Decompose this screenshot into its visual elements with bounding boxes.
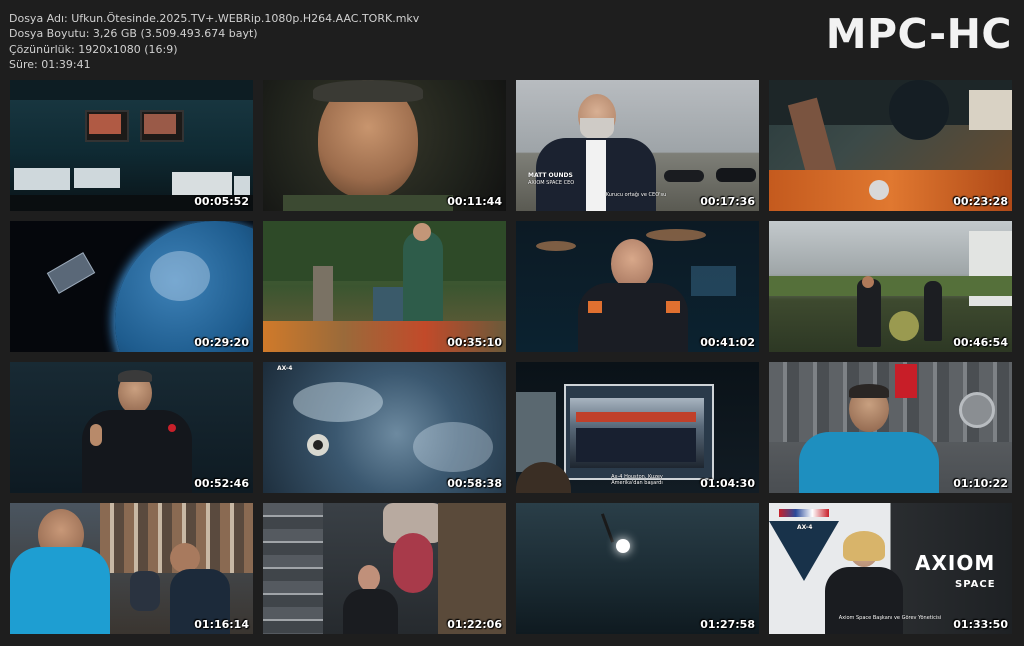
timestamp: 00:58:38 <box>447 477 502 490</box>
timestamp: 00:41:02 <box>700 336 755 349</box>
timestamp: 00:17:36 <box>700 195 755 208</box>
caption-name: MATT OUNDS <box>528 172 573 179</box>
patch-label: AX-4 <box>797 524 813 531</box>
thumbnail: 01:16:14 <box>10 503 253 634</box>
caption-role: AXIOM SPACE CEO <box>528 180 575 186</box>
thumbnail-image <box>516 503 759 634</box>
thumbnail: 00:35:10 <box>263 221 506 352</box>
file-duration: Süre: 01:39:41 <box>9 57 91 71</box>
thumbnail: 00:41:02 <box>516 221 759 352</box>
thumbnail-image <box>10 503 253 634</box>
thumbnail-image: MATT OUNDS AXIOM SPACE CEO Kurucu ortağı… <box>516 80 759 211</box>
file-info-panel: Dosya Adı: Ufkun.Ötesinde.2025.TV+.WEBRi… <box>9 11 419 72</box>
thumbnail-image <box>10 80 253 211</box>
timestamp: 01:27:58 <box>700 618 755 631</box>
file-size: Dosya Boyutu: 3,26 GB (3.509.493.674 bay… <box>9 27 258 41</box>
thumbnail-image <box>769 80 1012 211</box>
thumbnail-image <box>769 221 1012 352</box>
thumbnail: 00:23:28 <box>769 80 1012 211</box>
thumbnail: 00:05:52 <box>10 80 253 211</box>
thumbnail-image <box>263 503 506 634</box>
thumbnail: 01:22:06 <box>263 503 506 634</box>
brand-sub: SPACE <box>955 579 996 590</box>
subtitle: Ax-4 Houston, Kuzey Amerika'dan başardı <box>611 474 663 486</box>
thumbnail: AX-4 AXIOM SPACE Axiom Space Başkanı ve … <box>769 503 1012 634</box>
timestamp: 01:04:30 <box>700 477 755 490</box>
thumbnail-image <box>10 362 253 493</box>
thumbnail: Ax-4 Houston, Kuzey Amerika'dan başardı … <box>516 362 759 493</box>
thumbnail: 00:46:54 <box>769 221 1012 352</box>
timestamp: 00:35:10 <box>447 336 502 349</box>
thumbnail-image <box>10 221 253 352</box>
thumbnail-grid: 00:05:52 00:11:44 MATT OUNDS AXIOM SPACE… <box>10 80 1012 634</box>
thumbnail: 01:27:58 <box>516 503 759 634</box>
brand-logo: AXIOM <box>915 551 996 575</box>
thumbnail-image: AX-4 <box>263 362 506 493</box>
thumbnail-image <box>263 221 506 352</box>
timestamp: 00:29:20 <box>194 336 249 349</box>
timestamp: 01:22:06 <box>447 618 502 631</box>
thumbnail-image <box>263 80 506 211</box>
thumbnail: 00:52:46 <box>10 362 253 493</box>
timestamp: 01:33:50 <box>953 618 1008 631</box>
thumbnail: 01:10:22 <box>769 362 1012 493</box>
thumbnail-image <box>769 362 1012 493</box>
thumbnail-image: AX-4 AXIOM SPACE Axiom Space Başkanı ve … <box>769 503 1012 634</box>
timestamp: 00:46:54 <box>953 336 1008 349</box>
timestamp: 00:52:46 <box>194 477 249 490</box>
timestamp: 00:11:44 <box>447 195 502 208</box>
app-logo: MPC-HC <box>825 10 1012 58</box>
timestamp: 01:10:22 <box>953 477 1008 490</box>
thumbnail: AX-4 00:58:38 <box>263 362 506 493</box>
file-name: Dosya Adı: Ufkun.Ötesinde.2025.TV+.WEBRi… <box>9 12 420 25</box>
subtitle: Axiom Space Başkanı ve Görev Yöneticisi <box>838 615 942 621</box>
thumbnail: 00:29:20 <box>10 221 253 352</box>
timestamp: 01:16:14 <box>194 618 249 631</box>
thumbnail-image <box>516 221 759 352</box>
thumbnail: MATT OUNDS AXIOM SPACE CEO Kurucu ortağı… <box>516 80 759 211</box>
subtitle: Kurucu ortağı ve CEO'su <box>605 192 667 198</box>
thumbnail: 00:11:44 <box>263 80 506 211</box>
timestamp: 00:23:28 <box>953 195 1008 208</box>
mission-badge: AX-4 <box>277 365 293 372</box>
file-resolution: Çözünürlük: 1920x1080 (16:9) <box>9 42 178 56</box>
thumbnail-image: Ax-4 Houston, Kuzey Amerika'dan başardı <box>516 362 759 493</box>
timestamp: 00:05:52 <box>194 195 249 208</box>
